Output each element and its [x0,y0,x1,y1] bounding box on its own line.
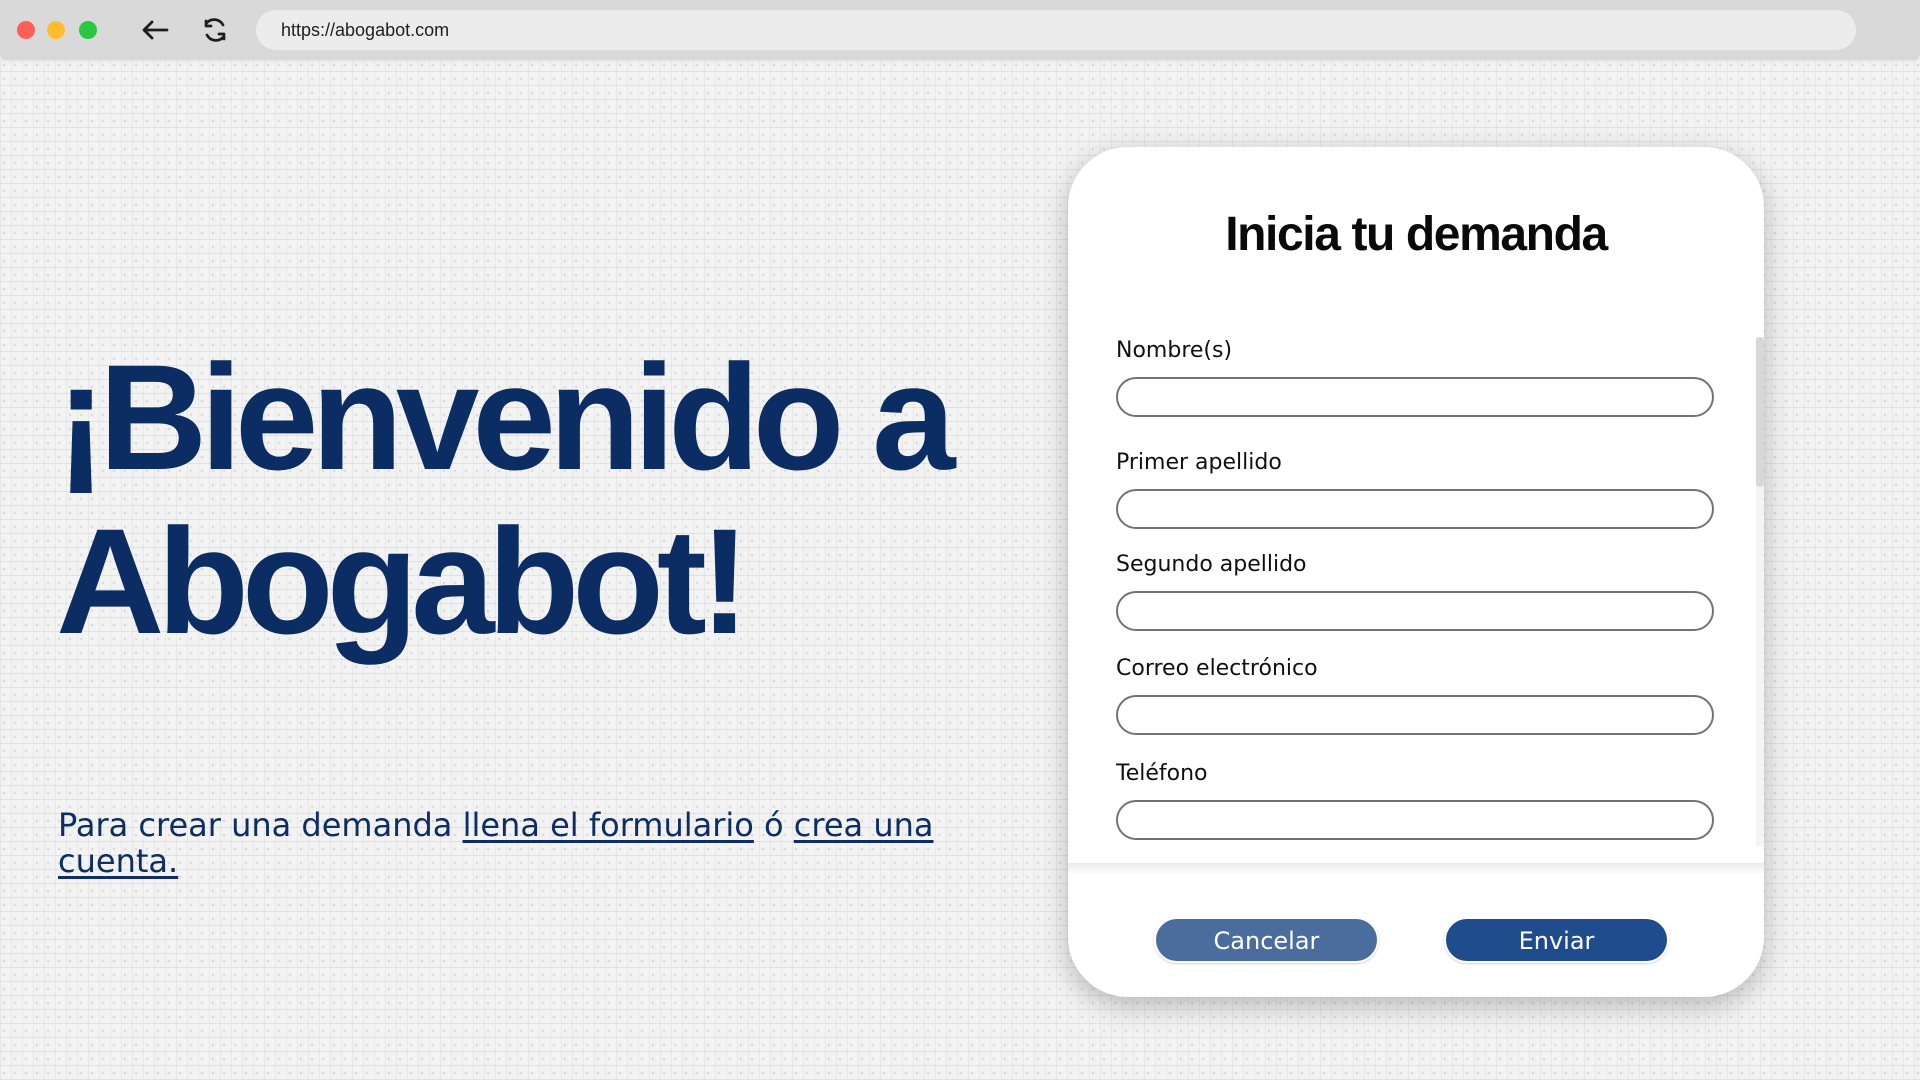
send-button[interactable]: Enviar [1444,917,1669,963]
minimize-window-icon[interactable] [47,21,65,39]
form-scrollbar-thumb[interactable] [1756,337,1764,487]
browser-window: https://abogabot.com ¡Bienvenido a Aboga… [0,0,1920,1080]
fill-form-link[interactable]: llena el formulario [463,806,754,844]
refresh-icon [204,18,226,42]
close-window-icon[interactable] [17,21,35,39]
back-button[interactable] [137,14,171,46]
welcome-heading-line-1: ¡Bienvenido a [56,333,955,501]
browser-titlebar: https://abogabot.com [0,0,1920,60]
welcome-heading: ¡Bienvenido a Abogabot! [56,335,1016,663]
address-url: https://abogabot.com [281,19,450,40]
page-content: ¡Bienvenido a Abogabot! Para crear una d… [0,60,1920,1080]
first-name-label: Nombre(s) [1116,338,1233,363]
arrow-left-icon [142,20,169,40]
email-label: Correo electrónico [1116,656,1318,681]
form-actions-divider [1068,863,1764,875]
first-surname-label: Primer apellido [1116,450,1282,475]
cancel-button[interactable]: Cancelar [1154,917,1379,963]
form-scrollbar[interactable] [1756,337,1764,847]
form-fields-scroll-area[interactable]: Nombre(s) Primer apellido Segundo apelli… [1116,337,1716,847]
phone-label: Teléfono [1116,761,1208,786]
welcome-instructions: Para crear una demanda llena el formular… [58,807,983,879]
phone-input[interactable] [1116,800,1714,840]
second-surname-input[interactable] [1116,591,1714,631]
second-surname-label: Segundo apellido [1116,552,1307,577]
maximize-window-icon[interactable] [79,21,97,39]
address-bar[interactable]: https://abogabot.com [256,10,1856,50]
instructions-prefix: Para crear una demanda [58,806,463,844]
instructions-middle: ó [753,806,794,844]
lawsuit-form-card: Inicia tu demanda Nombre(s) Primer apell… [1068,147,1764,997]
form-title: Inicia tu demanda [1225,208,1608,261]
first-name-input[interactable] [1116,377,1714,417]
first-surname-input[interactable] [1116,489,1714,529]
welcome-heading-line-2: Abogabot! [56,497,750,665]
email-input[interactable] [1116,695,1714,735]
reload-button[interactable] [198,14,232,46]
